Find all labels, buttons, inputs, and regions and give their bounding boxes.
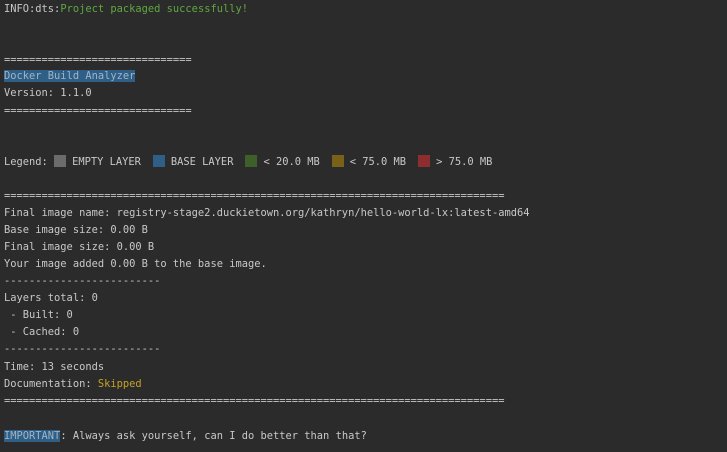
info-line: INFO:dts:Project packaged successfully! [4, 2, 248, 16]
legend: Legend: EMPTY LAYER BASE LAYER < 20.0 MB < … [4, 155, 492, 169]
final-image-name: Final image name: registry-stage2.duckie… [4, 207, 530, 219]
legend-swatch-medium [331, 155, 344, 167]
base-image-size: Base image size: 0.00 B [4, 224, 148, 236]
analyzer-title: Docker Build Analyzer [4, 70, 136, 82]
legend-swatch-small [245, 155, 258, 167]
analyzer-title-line: Docker Build Analyzer [4, 69, 136, 83]
important-tag: IMPORTANT [4, 430, 61, 442]
report-separator-short-1: ------------------------- [4, 275, 161, 287]
info-message: Project packaged successfully! [60, 3, 248, 15]
legend-swatch-large [418, 155, 431, 167]
build-time: Time: 13 seconds [4, 361, 105, 373]
header-separator-top: ============================== [4, 54, 192, 66]
documentation-status: Skipped [97, 378, 142, 390]
important-message: : Always ask yourself, can I do better t… [60, 430, 367, 442]
report-separator-top: ========================================… [4, 190, 505, 202]
info-prefix: INFO:dts: [4, 3, 61, 15]
legend-item-large: > 75.0 MB [436, 156, 493, 168]
terminal-output: INFO:dts:Project packaged successfully! … [0, 0, 727, 452]
documentation-line: Documentation: Skipped [4, 377, 142, 391]
report-separator-short-2: ------------------------- [4, 343, 161, 355]
final-image-size: Final image size: 0.00 B [4, 241, 155, 253]
legend-item-empty: EMPTY LAYER [72, 156, 141, 168]
documentation-label: Documentation: [4, 378, 98, 390]
legend-item-medium: < 75.0 MB [349, 156, 407, 168]
image-added-size: Your image added 0.00 B to the base imag… [4, 258, 267, 270]
legend-swatch-base [152, 155, 165, 167]
legend-item-base: BASE LAYER [170, 156, 234, 168]
important-line: IMPORTANT: Always ask yourself, can I do… [4, 429, 367, 443]
legend-swatch-empty [54, 155, 67, 167]
analyzer-version: Version: 1.1.0 [4, 87, 92, 99]
report-separator-bottom: ========================================… [4, 395, 505, 407]
layers-total: Layers total: 0 [4, 292, 98, 304]
layers-cached: - Cached: 0 [4, 326, 80, 338]
layers-built: - Built: 0 [4, 309, 73, 321]
legend-item-small: < 20.0 MB [263, 156, 320, 168]
legend-label: Legend: [4, 156, 48, 168]
header-separator-bottom: ============================== [4, 105, 192, 117]
